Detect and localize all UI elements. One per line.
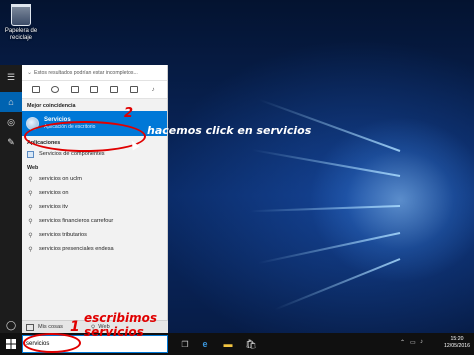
annotation-ellipse-search (23, 333, 81, 353)
videos-icon[interactable] (129, 86, 138, 93)
annotation-step-1-line1: escribimos (84, 311, 158, 325)
windows-logo-icon (6, 339, 16, 349)
annotation-step-2-number: 2 (124, 106, 134, 121)
web-result[interactable]: ⚲ servicios tributarios (22, 228, 167, 242)
settings-icon[interactable] (51, 86, 60, 93)
filter-notice-text: Estos resultados podrían estar incomplet… (34, 69, 138, 76)
annotation-ellipse-best-match (24, 121, 146, 152)
web-result[interactable]: ⚲ servicios itv (22, 200, 167, 214)
chevron-up-icon[interactable]: ⌃ (400, 339, 405, 346)
wallpaper-beam (252, 148, 401, 177)
annotation-step-1-text: escribimos servicios (84, 311, 157, 339)
search-icon: ⚲ (28, 204, 33, 211)
annotation-step-1-number: 1 (70, 319, 80, 335)
photos-icon[interactable] (110, 86, 119, 93)
web-result[interactable]: ⚲ servicios financieros carrefour (22, 214, 167, 228)
search-icon: ⚲ (28, 176, 33, 183)
edge-icon[interactable]: e (197, 336, 213, 352)
search-results-panel: ⌄ Estos resultados podrían estar incompl… (22, 65, 168, 333)
notebook-icon[interactable]: ◎ (0, 112, 22, 132)
best-match-header: Mejor coincidencia (27, 103, 76, 109)
wallpaper-beam (257, 232, 401, 265)
clock[interactable]: 15:20 12/05/2016 (444, 336, 470, 350)
chevron-down-icon: ⌄ (27, 70, 33, 76)
annotation-step-2-text: hacemos click en servicios (147, 124, 312, 137)
web-result-label: servicios on (39, 190, 69, 196)
web-result-label: servicios financieros carrefour (39, 218, 114, 224)
recycle-bin-shortcut[interactable]: Papelera de reciclaje (4, 4, 38, 42)
web-result[interactable]: ⚲ servicios on (22, 186, 167, 200)
music-icon[interactable]: ♪ (149, 86, 157, 93)
component-services-icon (27, 150, 34, 158)
cortana-ring-icon[interactable]: ◯ (0, 315, 22, 335)
web-result[interactable]: ⚲ servicios on uclm (22, 172, 167, 186)
web-result-label: servicios itv (39, 204, 68, 210)
filter-icon-bar: ♪ (22, 81, 167, 99)
store-icon[interactable]: 🛍 (243, 336, 259, 352)
web-result-label: servicios on uclm (39, 176, 82, 182)
file-explorer-icon[interactable]: ▬ (220, 336, 236, 352)
web-result-label: servicios presenciales endesa (39, 246, 114, 252)
recycle-bin-label: Papelera de reciclaje (4, 28, 38, 41)
documents-icon[interactable] (70, 86, 79, 93)
volume-icon[interactable]: ♪ (420, 339, 423, 345)
web-result[interactable]: ⚲ servicios presenciales endesa (22, 242, 167, 256)
web-header: Web (27, 165, 39, 171)
tab-my-stuff[interactable]: Mis cosas (38, 324, 63, 330)
recycle-bin-icon (11, 4, 31, 26)
windows-icon (26, 323, 34, 331)
search-icon: ⚲ (28, 190, 33, 197)
search-icon: ⚲ (28, 246, 33, 253)
start-button[interactable] (0, 333, 22, 355)
home-icon[interactable]: ⌂ (0, 92, 22, 112)
date-text: 12/05/2016 (444, 343, 470, 349)
web-result-label: servicios tributarios (39, 232, 87, 238)
wallpaper-beam (250, 205, 401, 213)
search-icon: ⚲ (28, 232, 33, 239)
app-icon[interactable] (31, 86, 40, 93)
search-icon: ⚲ (28, 218, 33, 225)
hamburger-menu-icon[interactable]: ☰ (0, 67, 22, 87)
time-text: 15:20 (450, 336, 464, 342)
network-icon[interactable]: ▭ (410, 339, 416, 346)
feedback-icon[interactable]: ✎ (0, 132, 22, 152)
filter-notice[interactable]: ⌄ Estos resultados podrían estar incompl… (22, 65, 167, 81)
wallpaper-beam (274, 258, 401, 311)
start-rail: ☰ ⌂ ◎ ✎ ◯ (0, 65, 22, 333)
annotation-step-1-line2: servicios (84, 325, 144, 339)
task-view-icon[interactable]: ❐ (177, 336, 193, 352)
folders-icon[interactable] (90, 86, 99, 93)
app-result-label: Servicios de componentes (39, 151, 105, 157)
